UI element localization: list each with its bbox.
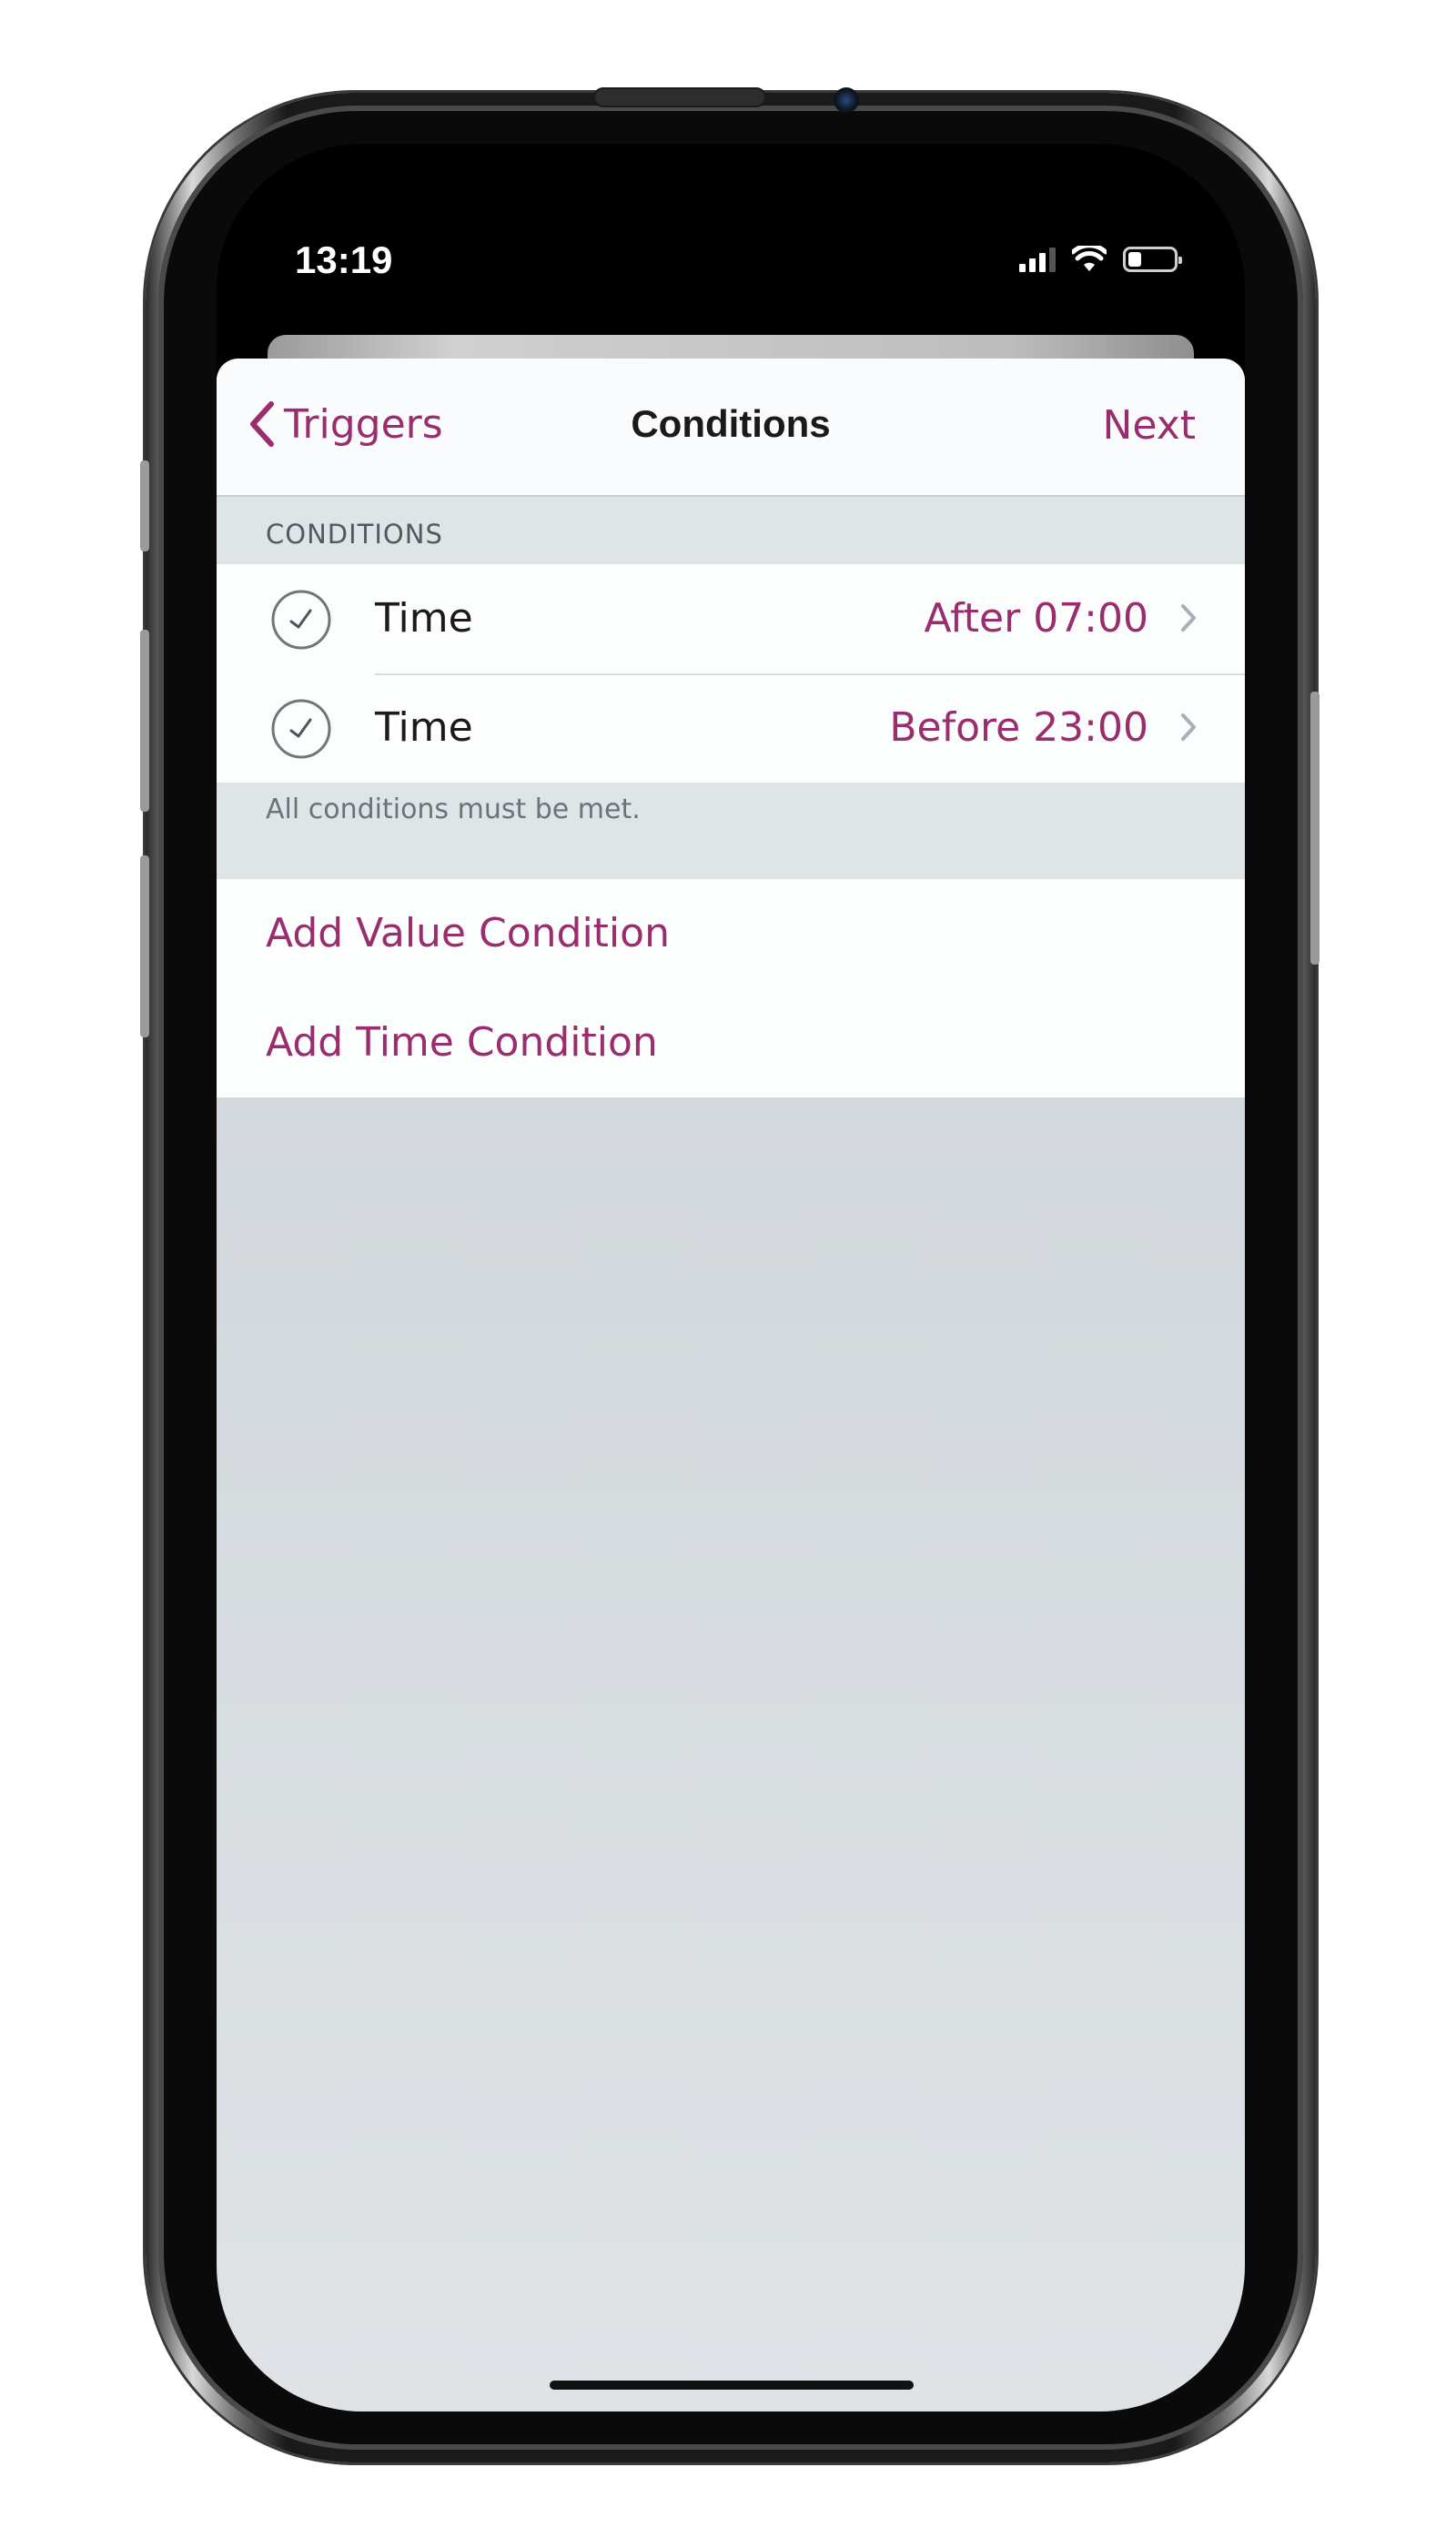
phone-screen-wrap: 13:19 Triggers Conditions Next CONDITION… [146, 93, 1316, 2462]
clock-icon [271, 590, 331, 650]
section-header-label: CONDITIONS [266, 519, 443, 550]
add-value-condition-label: Add Value Condition [266, 910, 670, 956]
status-time: 13:19 [295, 238, 393, 281]
add-time-condition-button[interactable]: Add Time Condition [217, 988, 1245, 1097]
condition-value: Before 23:00 [889, 704, 1148, 751]
actions-list: Add Value Condition Add Time Condition [217, 879, 1245, 1097]
clock-icon [271, 699, 331, 759]
chevron-right-icon [1181, 713, 1196, 741]
condition-value: After 07:00 [924, 595, 1148, 642]
condition-label: Time [375, 704, 473, 751]
screen: 13:19 Triggers Conditions Next CONDITION… [217, 144, 1245, 2412]
front-camera [834, 87, 859, 113]
wifi-icon [1072, 246, 1107, 271]
condition-label: Time [375, 595, 473, 642]
cellular-signal-icon [1019, 247, 1056, 272]
add-time-condition-label: Add Time Condition [266, 1019, 658, 1066]
section-footer-text: All conditions must be met. [266, 794, 641, 825]
status-icons [1019, 246, 1182, 273]
section-footer: All conditions must be met. [217, 783, 1245, 879]
condition-row[interactable]: Time Before 23:00 [217, 673, 1245, 783]
section-header: CONDITIONS [217, 497, 1245, 564]
conditions-list: Time After 07:00 Time Before 23:00 [217, 564, 1245, 783]
page-title: Conditions [631, 402, 831, 445]
home-indicator[interactable] [550, 2381, 914, 2390]
add-value-condition-button[interactable]: Add Value Condition [217, 879, 1245, 988]
next-button[interactable]: Next [1102, 402, 1196, 449]
speaker-grille [593, 87, 766, 107]
conditions-sheet: Triggers Conditions Next CONDITIONS Time… [217, 359, 1245, 2412]
chevron-right-icon [1181, 604, 1196, 632]
battery-icon [1123, 247, 1182, 272]
condition-row[interactable]: Time After 07:00 [217, 564, 1245, 673]
navigation-bar: Triggers Conditions Next [217, 359, 1245, 497]
